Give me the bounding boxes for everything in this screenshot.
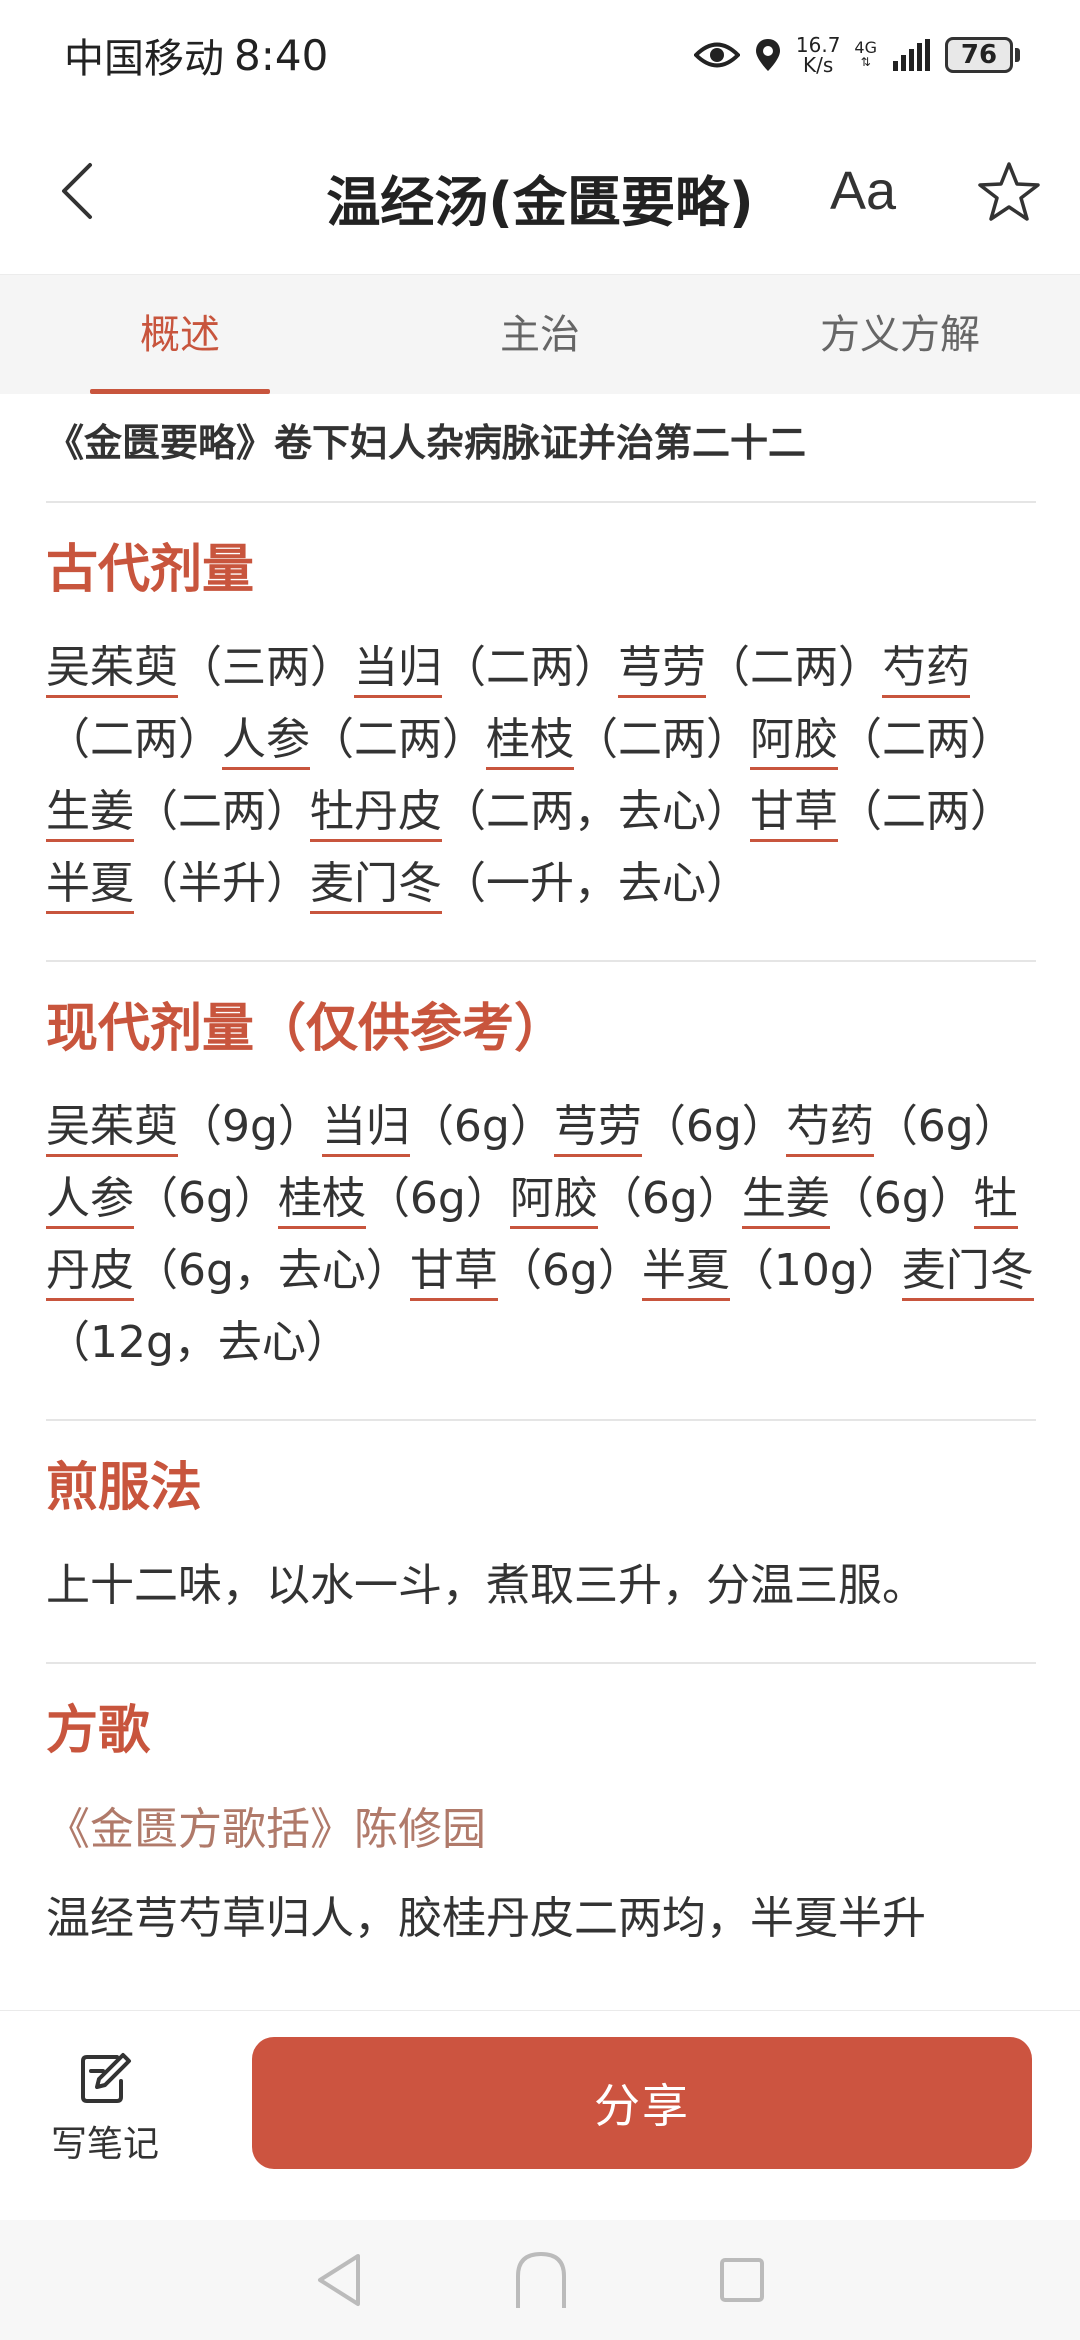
herb-dose: （二两） [134, 786, 310, 837]
status-left: 中国移动 8:40 [64, 26, 328, 84]
back-button[interactable] [46, 156, 106, 226]
system-nav-bar [0, 2220, 1080, 2340]
modern-dosage-section: 现代剂量（仅供参考） 吴茱萸（9g）当归（6g）芎劳（6g）芍药（6g）人参（6… [46, 962, 1036, 1421]
herb-dose: （6g） [597, 1173, 742, 1224]
herb-link[interactable]: 生姜 [741, 1173, 830, 1229]
herb-link[interactable]: 半夏 [46, 858, 134, 914]
star-icon [978, 162, 1040, 221]
decoction-text: 上十二味，以水一斗，煮取三升，分温三服。 [46, 1560, 926, 1611]
herb-link[interactable]: 吴茱萸 [46, 1101, 178, 1157]
page-title: 温经汤(金匮要略) [0, 158, 1080, 237]
herb-dose: （6g） [873, 1101, 1018, 1152]
herb-link[interactable]: 当归 [354, 642, 442, 698]
herb-dose: （三两） [178, 642, 354, 693]
herb-dose: （6g） [641, 1101, 786, 1152]
content-area: 《金匮要略》卷下妇人杂病脉证并治第二十二 古代剂量 吴茱萸（三两）当归（二两）芎… [46, 394, 1036, 1995]
herb-dose: （二两） [46, 714, 222, 765]
herb-dose: （一升，去心） [442, 858, 750, 909]
herb-dose: （6g） [497, 1245, 642, 1296]
herb-link[interactable]: 半夏 [641, 1245, 730, 1301]
herb-link[interactable]: 甘草 [750, 786, 838, 842]
nav-back-icon[interactable] [314, 2252, 364, 2308]
herb-link[interactable]: 桂枝 [486, 714, 574, 770]
favorite-button[interactable] [976, 160, 1042, 226]
bottom-action-bar: 写笔记 分享 [0, 2010, 1080, 2220]
herb-dose: （6g，去心） [134, 1245, 410, 1296]
share-button[interactable]: 分享 [252, 2037, 1032, 2169]
ancient-dosage-title: 古代剂量 [46, 540, 255, 600]
decoction-section: 煎服法 上十二味，以水一斗，煮取三升，分温三服。 [46, 1421, 1036, 1664]
net-speed: 16.7 K/s [796, 35, 841, 75]
network-type: 4G ⇅ [854, 38, 877, 70]
herb-link[interactable]: 芎劳 [618, 642, 706, 698]
net-speed-unit: K/s [803, 53, 834, 77]
net-speed-value: 16.7 [795, 33, 841, 57]
herb-link[interactable]: 吴茱萸 [46, 642, 178, 698]
signal-icon [893, 39, 930, 71]
herb-dose: （6g） [365, 1173, 510, 1224]
herb-dose: （9g） [178, 1101, 322, 1152]
ancient-dosage-section: 古代剂量 吴茱萸（三两）当归（二两）芎劳（二两）芍药（二两）人参（二两）桂枝（二… [46, 503, 1036, 962]
nav-home-icon[interactable] [514, 2250, 568, 2310]
clock: 8:40 [234, 30, 329, 80]
herb-dose: （二两） [706, 642, 882, 693]
tab-bar: 概述 主治 方义方解 [0, 274, 1080, 394]
herb-dose: （半升） [134, 858, 310, 909]
herb-link[interactable]: 桂枝 [277, 1173, 366, 1229]
tab-overview[interactable]: 概述 [0, 275, 360, 394]
herb-link[interactable]: 人参 [222, 714, 310, 770]
status-right: 16.7 K/s 4G ⇅ 76 [693, 35, 1020, 75]
herb-dose: （6g） [134, 1173, 278, 1224]
formula-song-section: 方歌 《金匮方歌括》陈修园 温经芎芍草归人，胶桂丹皮二两均，半夏半升 [46, 1664, 1036, 1995]
herb-link[interactable]: 麦门冬 [901, 1245, 1034, 1301]
app-header: 温经汤(金匮要略) Aa [0, 110, 1080, 274]
herb-link[interactable]: 阿胶 [750, 714, 838, 770]
edit-note-icon [81, 2053, 131, 2103]
status-bar: 中国移动 8:40 16.7 K/s 4G ⇅ 76 [0, 0, 1080, 110]
location-icon [755, 39, 780, 71]
write-note-label: 写笔记 [50, 2124, 159, 2165]
decoction-title: 煎服法 [46, 1458, 203, 1518]
tab-formula-explanation[interactable]: 方义方解 [720, 275, 1080, 394]
chevron-left-icon [62, 163, 92, 219]
formula-song-author: 《金匮方歌括》陈修园 [46, 1804, 486, 1855]
herb-dose: （6g） [409, 1101, 554, 1152]
herb-link[interactable]: 芍药 [882, 642, 970, 698]
font-size-button[interactable]: Aa [830, 160, 896, 222]
carrier-label: 中国移动 [64, 36, 224, 82]
herb-link[interactable]: 阿胶 [509, 1173, 598, 1229]
battery-indicator: 76 [945, 37, 1020, 73]
herb-dose: （二两） [838, 786, 1014, 837]
write-note-button[interactable]: 写笔记 [40, 2051, 170, 2181]
battery-level: 76 [945, 37, 1013, 73]
modern-dosage-title: 现代剂量（仅供参考） [46, 999, 567, 1059]
herb-link[interactable]: 当归 [321, 1101, 410, 1157]
ancient-dosage-list: 吴茱萸（三两）当归（二两）芎劳（二两）芍药（二两）人参（二两）桂枝（二两）阿胶（… [46, 632, 1036, 920]
formula-song-text: 温经芎芍草归人，胶桂丹皮二两均，半夏半升 [46, 1893, 926, 1944]
herb-dose: （6g） [829, 1173, 974, 1224]
herb-dose: （12g，去心） [46, 1317, 350, 1368]
herb-dose: （二两） [574, 714, 750, 765]
herb-link[interactable]: 芍药 [785, 1101, 874, 1157]
modern-dosage-list: 吴茱萸（9g）当归（6g）芎劳（6g）芍药（6g）人参（6g）桂枝（6g）阿胶（… [46, 1091, 1036, 1379]
tab-indications[interactable]: 主治 [360, 275, 720, 394]
page-title-text: 温经汤(金匮要略) [326, 171, 754, 234]
herb-link[interactable]: 牡丹皮 [310, 786, 442, 842]
herb-link[interactable]: 生姜 [46, 786, 134, 842]
eye-icon [693, 42, 740, 68]
herb-dose: （二两） [442, 642, 618, 693]
herb-dose: （二两，去心） [442, 786, 750, 837]
herb-link[interactable]: 甘草 [409, 1245, 498, 1301]
source-reference: 《金匮要略》卷下妇人杂病脉证并治第二十二 [46, 394, 1036, 503]
herb-dose: （二两） [838, 714, 1014, 765]
herb-link[interactable]: 麦门冬 [310, 858, 442, 914]
herb-link[interactable]: 芎劳 [553, 1101, 642, 1157]
herb-dose: （二两） [310, 714, 486, 765]
formula-song-title: 方歌 [46, 1701, 151, 1761]
herb-link[interactable]: 人参 [46, 1173, 134, 1229]
nav-recents-icon[interactable] [718, 2256, 766, 2304]
herb-dose: （10g） [729, 1245, 902, 1296]
network-type-label: 4G [854, 38, 877, 57]
